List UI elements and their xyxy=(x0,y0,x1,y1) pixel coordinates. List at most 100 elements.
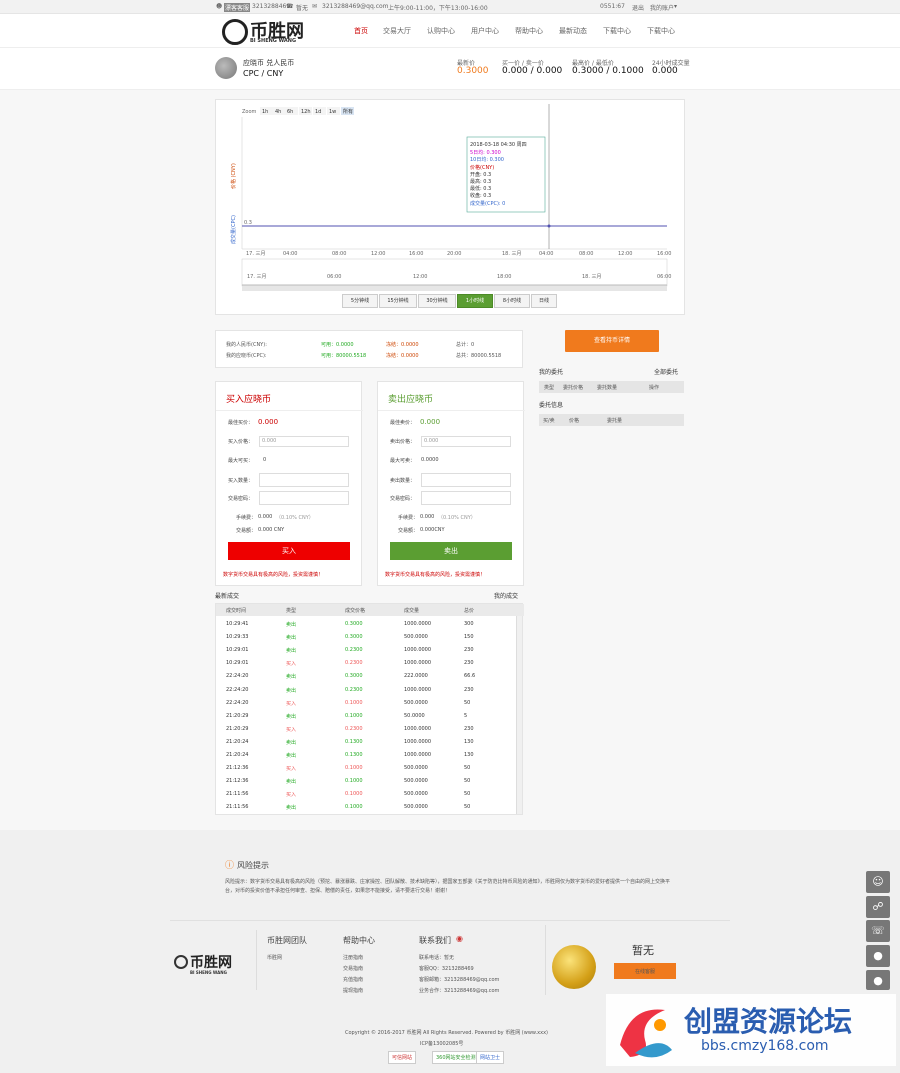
zoom-option-1: 4h xyxy=(275,109,281,115)
footer-col1-item[interactable]: 币胜网 xyxy=(267,954,282,961)
period-tab-5[interactable]: 日线 xyxy=(531,294,557,308)
sell-button[interactable]: 卖出 xyxy=(390,542,512,560)
chevron-down-icon[interactable]: ▾ xyxy=(674,3,677,10)
nav-download[interactable]: 下载中心 xyxy=(603,26,631,36)
trade-type: 卖出 xyxy=(286,648,297,655)
trade-price: 0.3000 xyxy=(345,634,363,641)
buy-fee-note: （0.10% CNY） xyxy=(276,515,314,521)
my-orders-title: 我的委托 xyxy=(539,369,564,376)
footer-link-deposit[interactable]: 充值指南 xyxy=(343,976,363,983)
col-total: 总价 xyxy=(464,608,475,614)
balance-panel: 我的人民币(CNY): 我的应晓币(CPC): 可用：0.0000 冻结：0.0… xyxy=(215,330,523,368)
trades-header: 成交时间 类型 成交价格 成交量 总价 xyxy=(216,604,524,616)
footer-qq: 客服QQ：3213288469 xyxy=(419,966,474,972)
icp-number[interactable]: ICP备13002085号 xyxy=(420,1040,463,1047)
my-trades-link[interactable]: 我的成交 xyxy=(494,591,518,600)
logout-link[interactable]: 退出 xyxy=(632,3,644,12)
online-service-button[interactable]: 在线客服 xyxy=(614,963,676,979)
x-tick-label: 17. 三月 xyxy=(246,251,266,257)
period-tab-4[interactable]: 8小时线 xyxy=(494,294,530,308)
period-tab-1[interactable]: 15分钟线 xyxy=(379,294,417,308)
view-holdings-button[interactable]: 查看持币详情 xyxy=(565,330,659,352)
all-orders-link[interactable]: 全部委托 xyxy=(654,367,678,376)
depth-title: 委托信息 xyxy=(539,402,564,409)
cpc-available: 可用：80000.5518 xyxy=(321,353,367,359)
cpc-balance-label: 我的应晓币(CPC): xyxy=(226,353,267,359)
high-low-value: 0.3000 / 0.1000 xyxy=(572,66,644,76)
trade-price: 0.2300 xyxy=(345,725,363,732)
weibo-icon[interactable]: ◉ xyxy=(456,934,463,943)
footer-link-register[interactable]: 注册指南 xyxy=(343,954,363,961)
trades-scrollbar[interactable] xyxy=(516,616,522,814)
x-tick-label: 18. 三月 xyxy=(502,251,522,257)
trade-qty: 500.0000 xyxy=(404,778,428,785)
service-hours: 上午9:00-11:00，下午13:00-16:00 xyxy=(388,5,488,12)
x-tick-label: 12:00 xyxy=(371,251,385,257)
footer-link-trade[interactable]: 交易指南 xyxy=(343,965,363,972)
sell-title: 卖出应晓币 xyxy=(388,395,434,405)
nav-subscribe[interactable]: 认购中心 xyxy=(427,26,455,36)
nav-user[interactable]: 用户中心 xyxy=(471,26,499,36)
period-tab-0[interactable]: 5分钟线 xyxy=(342,294,378,308)
buy-qty-input[interactable] xyxy=(259,473,349,487)
orders-col-action: 操作 xyxy=(649,385,660,391)
trade-type: 卖出 xyxy=(286,779,297,786)
hover-point xyxy=(547,224,551,228)
navigator-scrollbar[interactable] xyxy=(242,286,667,291)
nav-help[interactable]: 帮助中心 xyxy=(515,26,543,36)
orders-col-type: 类型 xyxy=(544,385,555,391)
trade-time: 21:11:56 xyxy=(226,804,249,811)
trade-total: 230 xyxy=(464,686,474,693)
wechat-icon[interactable]: ☍ xyxy=(866,896,890,918)
sell-price-input[interactable]: 0.000 xyxy=(421,436,511,447)
customer-service-icon[interactable]: ☺ xyxy=(866,871,890,893)
trade-type: 买入 xyxy=(286,766,297,773)
nav-trade-hall[interactable]: 交易大厅 xyxy=(383,26,411,36)
buy-password-input[interactable] xyxy=(259,491,349,505)
buy-button[interactable]: 买入 xyxy=(228,542,350,560)
trusted-site-badge[interactable]: 可信网站 xyxy=(388,1051,417,1064)
nav-news[interactable]: 最新动态 xyxy=(559,26,587,36)
security-badge[interactable]: 360网站安全检测 xyxy=(432,1051,480,1064)
buy-price-input[interactable]: 0.000 xyxy=(259,436,349,447)
trade-qty: 1000.0000 xyxy=(404,738,432,745)
qq-float-icon[interactable]: ● xyxy=(866,945,890,967)
nav-tick-label: 17. 三月 xyxy=(247,274,267,280)
sell-pwd-label: 交易密码： xyxy=(390,496,416,502)
top-bar: ☻ 漂客客服 3213288469 ☎ 暂无 ✉ 3213288469@qq.c… xyxy=(0,0,900,14)
navigator[interactable] xyxy=(241,258,668,287)
footer-col2-title: 帮助中心 xyxy=(343,936,375,945)
logo-sub: BI SHENG WANG xyxy=(250,38,297,44)
footer-logo[interactable]: 币胜网 xyxy=(190,952,232,972)
pair-code: CPC / CNY xyxy=(243,69,284,78)
nav-download-2[interactable]: 下载中心 xyxy=(647,26,675,36)
bid-ask-value: 0.000 / 0.000 xyxy=(502,66,563,76)
col-time: 成交时间 xyxy=(226,608,247,614)
trade-time: 22:24:20 xyxy=(226,699,249,706)
trade-price: 0.1000 xyxy=(345,791,363,798)
trade-qty: 1000.0000 xyxy=(404,647,432,654)
warning-icon: ⓘ xyxy=(225,861,235,871)
account-id[interactable]: 0551:67 xyxy=(600,3,625,10)
trade-qty: 500.0000 xyxy=(404,804,428,811)
guard-badge[interactable]: 网站卫士 xyxy=(476,1051,505,1064)
trade-total: 130 xyxy=(464,752,474,758)
sell-max-value: 0.0000 xyxy=(421,457,439,463)
sell-password-input[interactable] xyxy=(421,491,511,505)
site-logo[interactable]: 币胜网 BI SHENG WANG xyxy=(222,17,342,45)
x-tick-label: 08:00 xyxy=(332,251,346,257)
phone-float-icon[interactable]: ☏ xyxy=(866,920,890,942)
trade-total: 66.6 xyxy=(464,673,476,680)
nav-tick-label: 12:00 xyxy=(413,274,427,280)
nav-home[interactable]: 首页 xyxy=(354,26,368,36)
period-tab-3[interactable]: 1小时线 xyxy=(457,294,493,308)
footer-link-withdraw[interactable]: 提现指南 xyxy=(343,987,363,994)
qq-float-icon-2[interactable]: ● xyxy=(866,970,890,990)
price-chart[interactable]: Zoom 1h 4h 6h 12h 1d 1w 所有 价格 (CNY) 成交量(CPC) 0… xyxy=(215,99,685,315)
my-account-link[interactable]: 我的账户 xyxy=(650,3,674,12)
sell-total-label: 交易额： xyxy=(398,528,419,534)
qq-label[interactable]: 漂客客服 xyxy=(224,3,251,12)
period-tab-2[interactable]: 30分钟线 xyxy=(418,294,456,308)
sell-qty-input[interactable] xyxy=(421,473,511,487)
trade-qty: 1000.0000 xyxy=(404,621,432,627)
